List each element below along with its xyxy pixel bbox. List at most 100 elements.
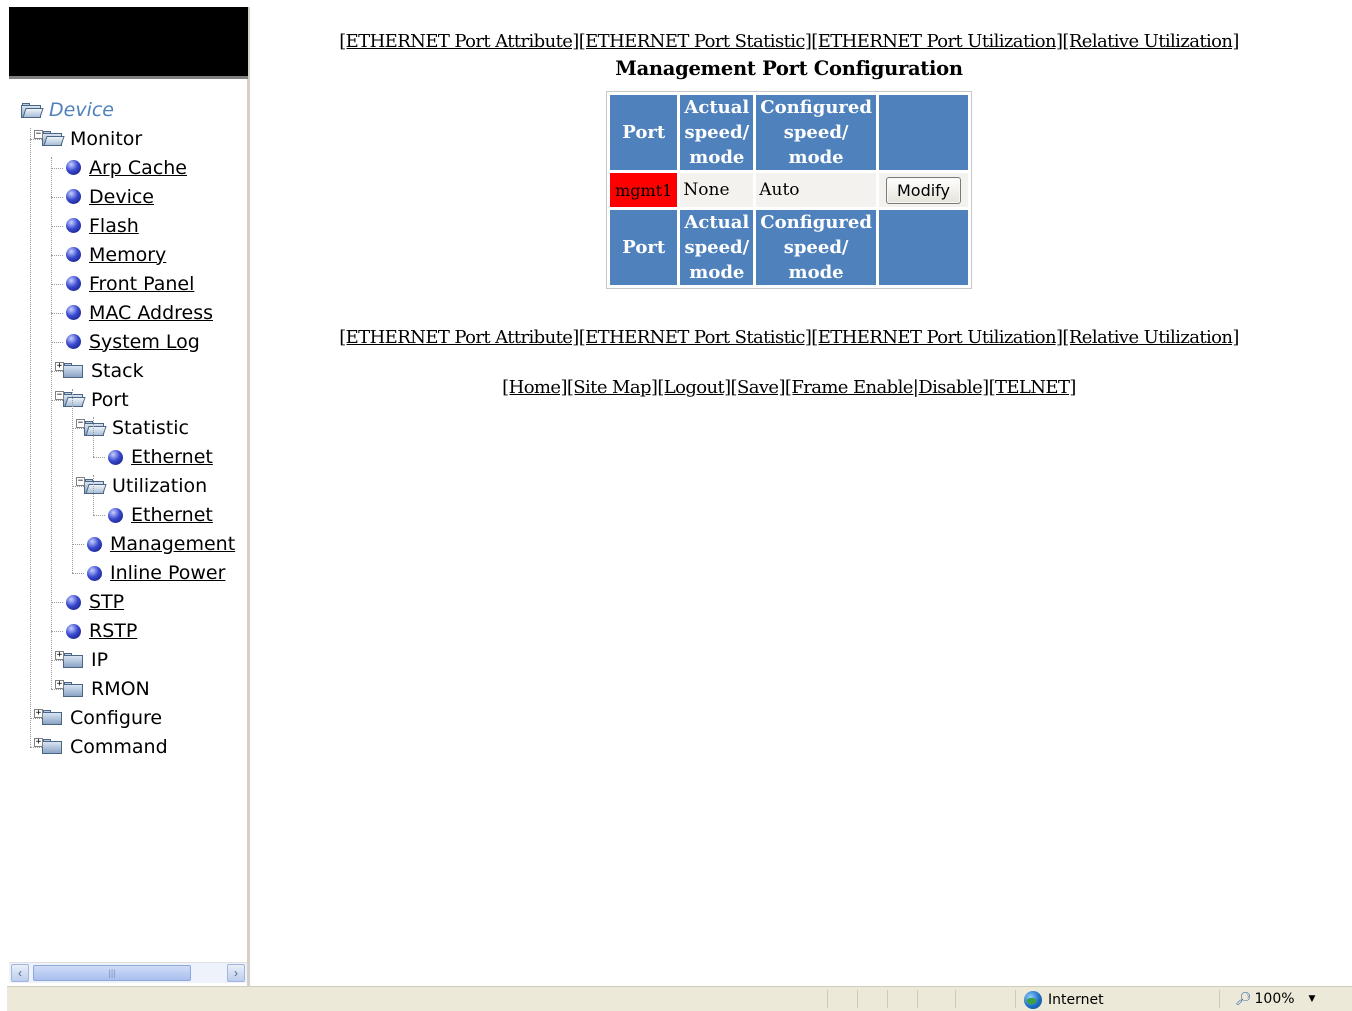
tree-guide-line [93, 475, 94, 516]
open-folder-icon [42, 131, 65, 147]
tree-item[interactable]: MAC Address [63, 300, 213, 326]
expand-icon[interactable]: + [34, 708, 43, 718]
footer-port: Port [610, 210, 678, 285]
nav-link-port-statistic[interactable]: [ETHERNET Port Statistic] [579, 327, 812, 348]
expand-icon[interactable]: + [55, 361, 64, 371]
tree-item[interactable]: Front Panel [63, 271, 194, 297]
port-name-cell: mgmt1 [610, 173, 678, 207]
tree-item-label[interactable]: Arp Cache [89, 157, 187, 179]
expand-icon[interactable]: + [34, 737, 43, 747]
tree-item[interactable]: Memory [63, 242, 166, 268]
folder-icon [63, 681, 83, 697]
content-frame: [ETHERNET Port Attribute][ETHERNET Port … [253, 7, 1345, 986]
tree-item-label[interactable]: Ethernet [131, 504, 213, 526]
nav-link-port-statistic[interactable]: [ETHERNET Port Statistic] [579, 31, 812, 52]
status-divider [955, 990, 956, 1008]
expand-icon[interactable]: + [55, 651, 64, 661]
footer-actual-speed-mode: Actual speed/mode [680, 210, 754, 285]
tree-item-label[interactable]: System Log [89, 331, 200, 353]
tree-item[interactable]: Inline Power [84, 560, 225, 586]
tree-item[interactable]: Utilization [84, 473, 207, 499]
tree-item-label[interactable]: Inline Power [110, 562, 225, 584]
expand-icon[interactable]: + [55, 680, 64, 689]
bottom-port-nav: [ETHERNET Port Attribute][ETHERNET Port … [253, 327, 1325, 348]
status-divider [857, 990, 858, 1008]
tree-item[interactable]: Configure [42, 705, 162, 731]
tree-item-label[interactable]: STP [89, 591, 124, 613]
nav-link-relative-utilization[interactable]: [Relative Utilization] [1062, 327, 1239, 348]
tree-item-label[interactable]: Front Panel [89, 273, 194, 295]
tree-item-label: Statistic [112, 417, 189, 440]
scroll-left-button[interactable]: ‹ [11, 964, 29, 982]
header-actual-speed-mode: Actual speed/mode [680, 95, 754, 170]
horizontal-scrollbar[interactable]: ‹ ||| › [9, 962, 247, 983]
tree-item[interactable]: System Log [63, 329, 200, 355]
bullet-icon [66, 247, 81, 263]
tree-guide-line [72, 388, 73, 574]
tree-item[interactable]: Device [21, 97, 114, 123]
collapse-icon[interactable]: − [76, 419, 85, 429]
nav-link-save[interactable]: [Save] [731, 377, 786, 398]
security-zone: Internet [1024, 991, 1104, 1009]
zoom-control[interactable]: 🔎︎ 100% ▼ [1235, 991, 1315, 1007]
chevron-down-icon[interactable]: ▼ [1309, 994, 1316, 1004]
nav-link-frame-toggle[interactable]: [Frame Enable|Disable] [785, 377, 989, 398]
scroll-right-button[interactable]: › [227, 964, 245, 982]
top-port-nav: [ETHERNET Port Attribute][ETHERNET Port … [253, 31, 1325, 52]
nav-link-port-utilization[interactable]: [ETHERNET Port Utilization] [811, 327, 1063, 348]
tree-guide-line [93, 417, 94, 458]
tree-connector [51, 283, 63, 285]
actual-speed-cell: None [680, 173, 754, 207]
tree-connector [72, 573, 84, 575]
nav-link-port-attribute[interactable]: [ETHERNET Port Attribute] [339, 31, 579, 52]
tree-item-label[interactable]: Flash [89, 215, 139, 237]
tree-item[interactable]: RSTP [63, 618, 137, 644]
nav-link-port-attribute[interactable]: [ETHERNET Port Attribute] [339, 327, 579, 348]
page-title: Management Port Configuration [615, 57, 963, 80]
open-folder-icon [84, 478, 107, 494]
tree-item[interactable]: IP [63, 647, 108, 673]
tree-item[interactable]: Monitor [42, 126, 142, 152]
tree-guide-line [30, 127, 31, 747]
collapse-icon[interactable]: − [34, 129, 43, 139]
tree-item-label[interactable]: Management [110, 533, 235, 555]
scrollbar-thumb[interactable]: ||| [33, 965, 191, 981]
tree-item-label: Port [91, 388, 129, 411]
folder-icon [63, 363, 83, 379]
tree-item[interactable]: Stack [63, 358, 144, 384]
nav-link-relative-utilization[interactable]: [Relative Utilization] [1062, 31, 1239, 52]
folder-icon [63, 652, 83, 668]
table-row: mgmt1 None Auto Modify [610, 173, 968, 207]
tree-item-label[interactable]: Memory [89, 244, 166, 266]
tree-item-label[interactable]: Ethernet [131, 446, 213, 468]
bullet-icon [87, 536, 102, 552]
tree-item-label[interactable]: MAC Address [89, 302, 213, 324]
tree-item[interactable]: Device [63, 184, 154, 210]
nav-link-home[interactable]: [Home] [502, 377, 567, 398]
tree-item-label[interactable]: RSTP [89, 620, 137, 642]
nav-link-logout[interactable]: [Logout] [657, 377, 731, 398]
tree-item[interactable]: Management [84, 531, 235, 557]
tree-connector [51, 196, 63, 198]
collapse-icon[interactable]: − [76, 477, 85, 487]
bullet-icon [108, 449, 123, 465]
tree-item-label: Command [70, 735, 168, 758]
modify-button[interactable]: Modify [885, 176, 961, 204]
tree-item[interactable]: Ethernet [105, 444, 213, 470]
tree-item[interactable]: Arp Cache [63, 155, 187, 181]
tree-item[interactable]: Flash [63, 213, 139, 239]
folder-icon [42, 739, 62, 755]
tree-item[interactable]: STP [63, 589, 124, 615]
tree-item[interactable]: Statistic [84, 415, 189, 441]
nav-link-telnet[interactable]: [TELNET] [989, 377, 1077, 398]
nav-link-site-map[interactable]: [Site Map] [567, 377, 658, 398]
collapse-icon[interactable]: − [55, 390, 64, 400]
tree-item[interactable]: Command [42, 734, 168, 760]
tree-item[interactable]: Ethernet [105, 502, 213, 528]
tree-item[interactable]: RMON [63, 676, 150, 702]
tree-connector [30, 138, 42, 140]
tree-item-label[interactable]: Device [89, 186, 154, 208]
logo-banner [9, 7, 248, 79]
status-divider [827, 990, 828, 1008]
nav-link-port-utilization[interactable]: [ETHERNET Port Utilization] [811, 31, 1063, 52]
